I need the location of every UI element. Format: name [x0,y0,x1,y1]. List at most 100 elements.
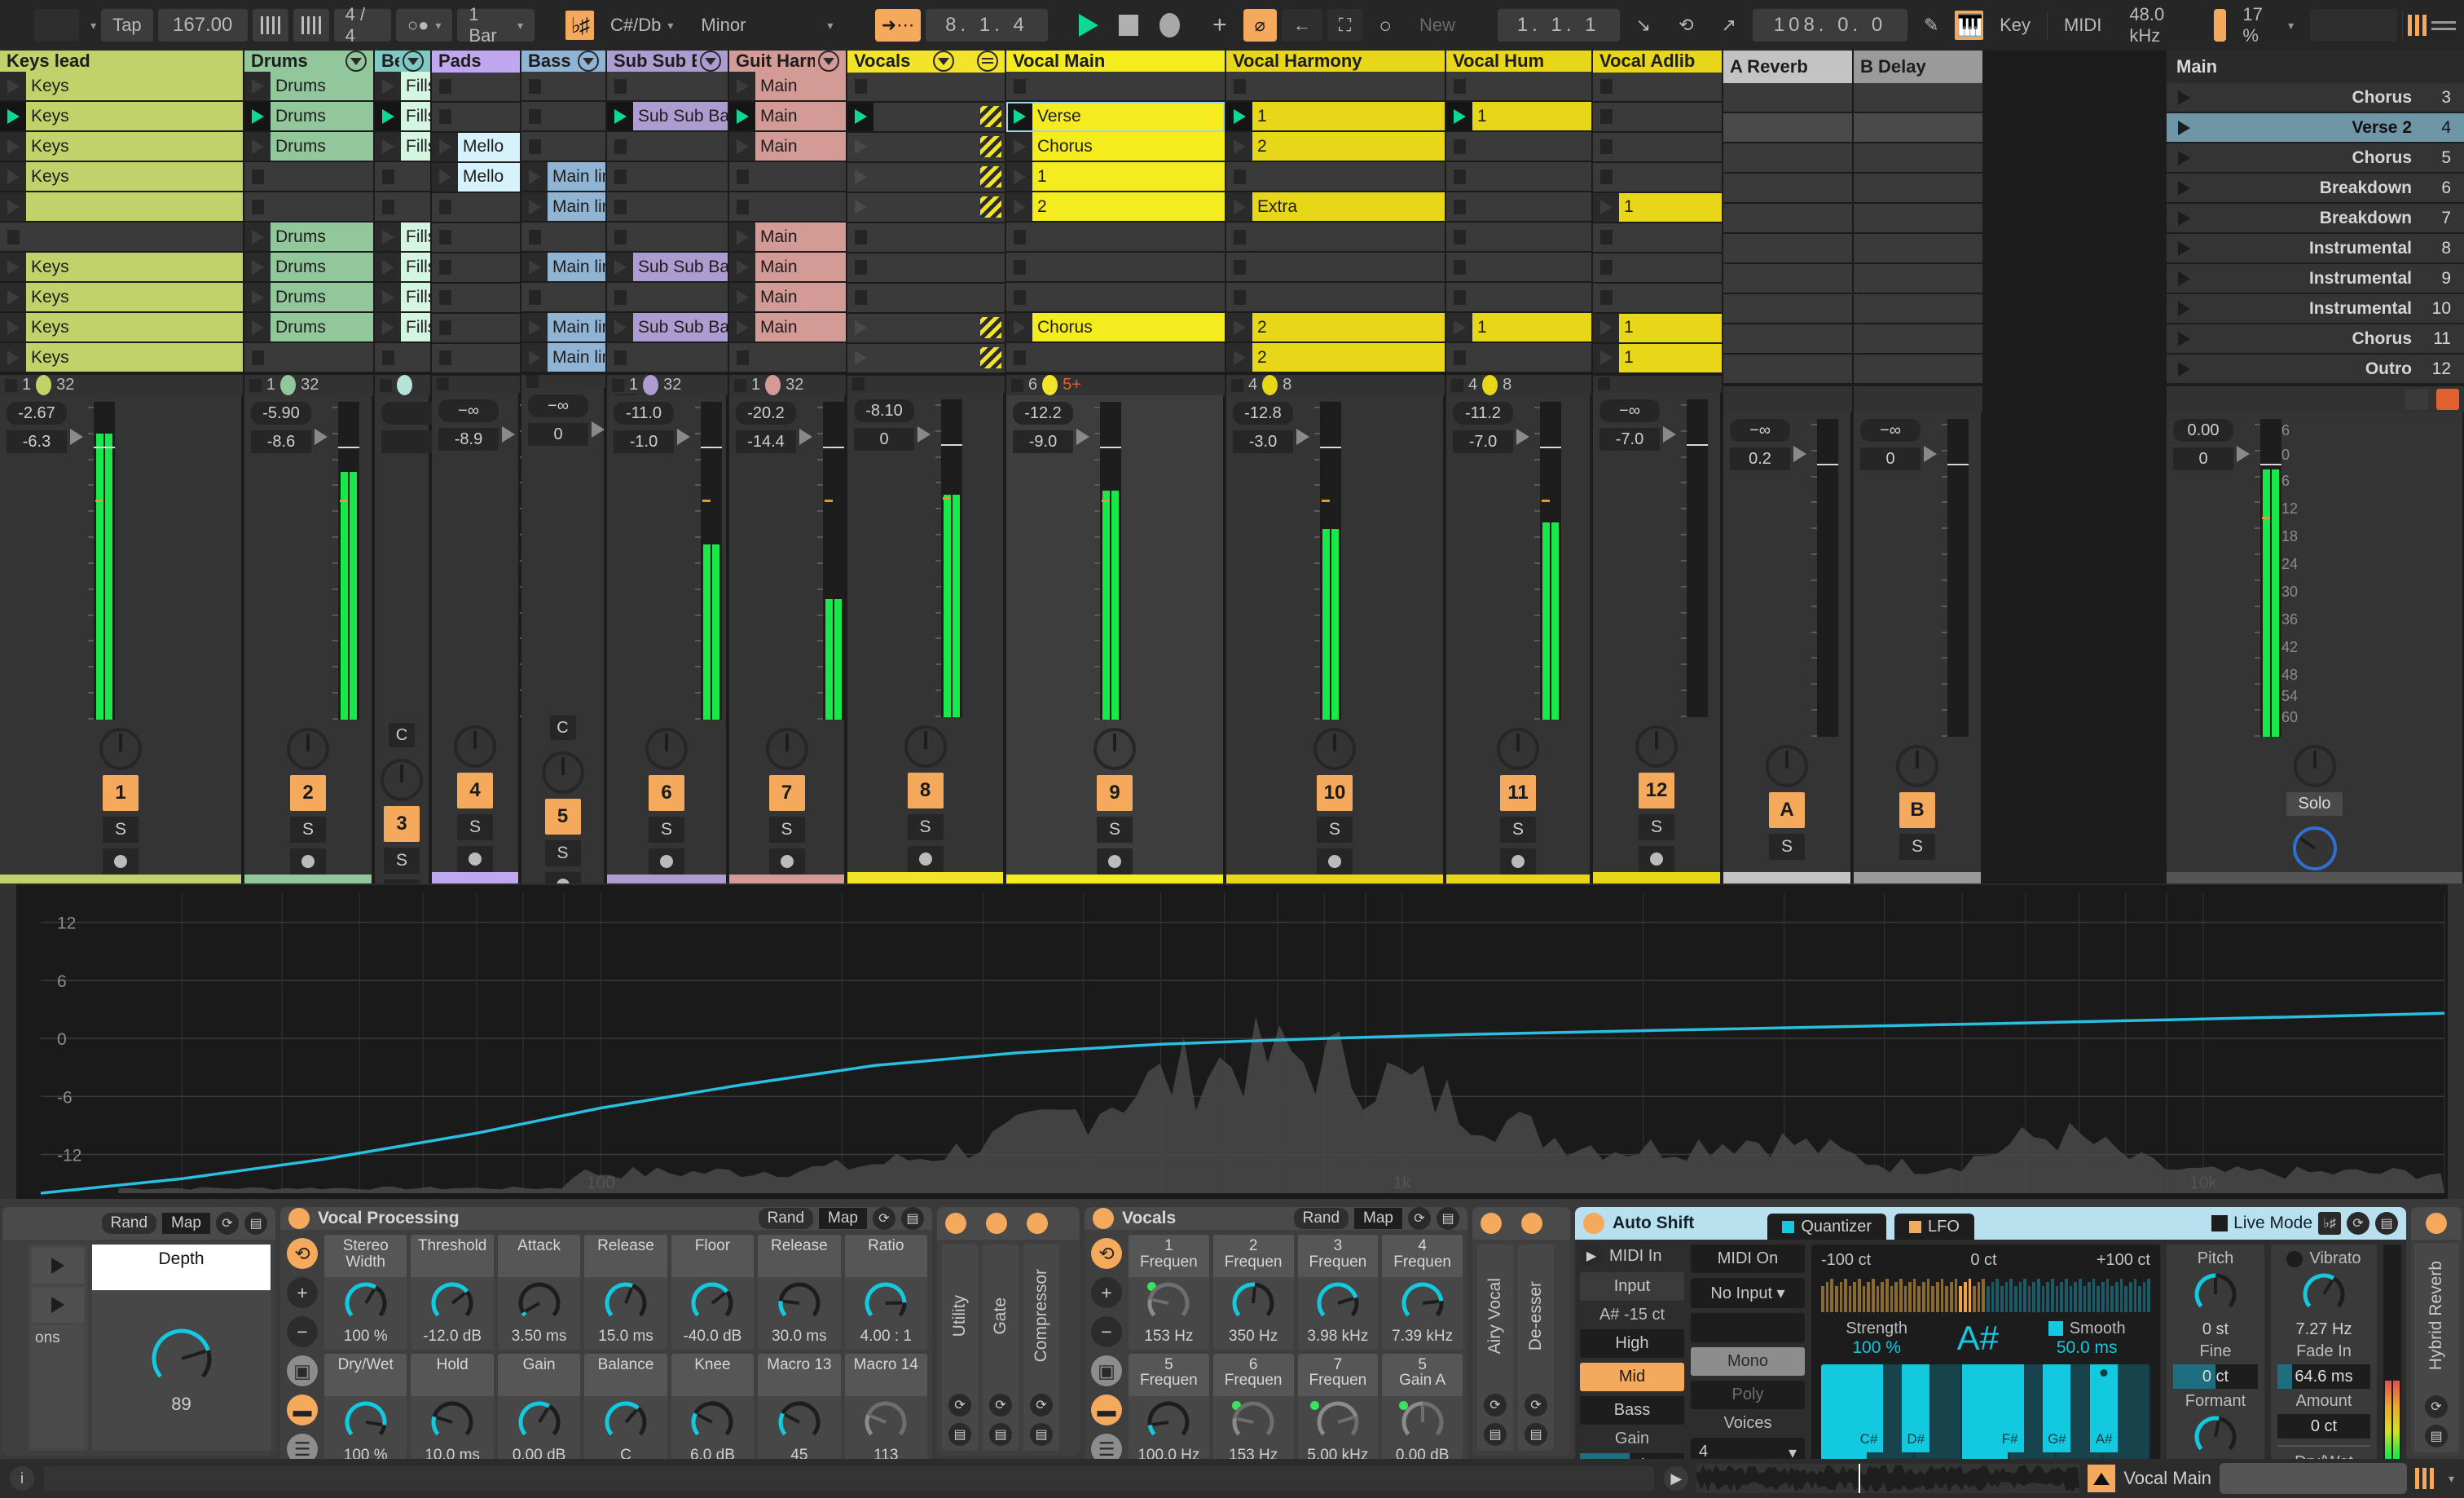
macro-control[interactable]: 3 Frequen 3.98 kHz [1297,1235,1379,1350]
fold-device-icon[interactable]: ⟲ [1091,1238,1122,1269]
arm-record-button[interactable] [1500,848,1536,875]
clip-slot[interactable] [1226,283,1445,313]
group-lines-icon[interactable] [977,51,998,73]
pan-value[interactable]: −∞ [1730,419,1790,442]
clip-slot[interactable] [521,72,605,102]
voices-selector[interactable]: 4 ▾ [1691,1438,1805,1459]
gain-field[interactable]: 0.0 dB [1580,1453,1684,1459]
clip-waveform-preview[interactable] [1696,1464,2080,1493]
clip-slot[interactable]: 1 [1593,343,1722,374]
clip-slot[interactable] [432,72,520,103]
solo-button[interactable]: S [1500,817,1536,843]
clip-slot[interactable]: Fills [375,72,430,102]
clip-slot[interactable]: 2 [1226,343,1445,373]
arm-record-button[interactable] [649,848,684,875]
solo-button[interactable]: S [290,817,326,843]
macro-control[interactable]: Release 15.0 ms [584,1235,667,1350]
draw-mode-icon[interactable]: ✎ [1912,9,1950,42]
clip-slot[interactable]: Fills [375,253,430,283]
save-preset-icon[interactable]: ▤ [1484,1423,1507,1446]
clip-slot[interactable]: Drums [244,72,373,102]
record-quantize-icon[interactable] [2436,389,2459,410]
arm-record-button[interactable] [768,848,805,875]
key-signature-icon[interactable]: ♭♯ [565,11,594,40]
scene-row[interactable]: Chorus 11 [2167,324,2464,355]
clip-slot[interactable] [607,72,728,102]
remove-macro-icon[interactable]: − [1091,1316,1122,1347]
clip-slot[interactable] [375,162,430,192]
fader-handle[interactable] [315,426,332,447]
volume-value[interactable]: -3.0 [1233,430,1293,453]
device-reset-icon[interactable]: ⟳ [873,1207,895,1230]
clip-launch-button[interactable] [375,132,401,161]
clip-slot[interactable]: 1 [1446,313,1591,343]
show-devices-icon[interactable]: ☰ [287,1434,318,1459]
volume-value[interactable]: 0 [1860,447,1921,470]
tab-lfo[interactable]: LFO [1894,1213,1974,1240]
clip-launch-button[interactable] [375,72,401,100]
midi-arrangement-overdub-button[interactable]: + [1201,9,1239,42]
pan-value[interactable]: −∞ [528,394,588,417]
clip-launch-button[interactable] [244,72,271,100]
clip-launch-button[interactable] [375,102,401,130]
clip-launch-button[interactable] [0,283,26,311]
fader-handle[interactable] [799,426,817,447]
clip-slot[interactable]: Keys [0,343,243,373]
level-meter-icon[interactable] [2408,15,2427,36]
solo-button[interactable]: S [1899,834,1935,860]
clip-launch-button[interactable] [1226,313,1252,341]
arm-record-button[interactable] [544,872,581,883]
key-signature-selector[interactable]: C#/Db ▾ [599,9,684,42]
chain-strip-compressor[interactable]: Compressor ⟳ ▤ [1023,1245,1059,1451]
macro-dial[interactable] [863,1280,909,1326]
arrangement-position[interactable]: 8. 1. 4 [925,9,1048,42]
stop-clips-button[interactable] [612,378,624,392]
clip-slot[interactable] [432,283,520,314]
macro-control[interactable]: 4 Frequen 7.39 kHz [1382,1235,1463,1350]
clip-slot[interactable]: Keys [0,132,243,162]
compressor-activator-icon[interactable] [1027,1213,1048,1234]
clip-slot[interactable] [375,192,430,222]
computer-midi-keyboard-icon[interactable]: 🎹 [1955,11,1984,40]
scene-launch-button[interactable] [2178,210,2190,226]
clip-slot[interactable] [607,162,728,192]
clip-launch-button[interactable] [1446,102,1472,130]
pan-value[interactable]: -20.2 [736,402,796,425]
clip-slot[interactable]: Sub Sub Ba [607,253,728,283]
stop-clips-button[interactable] [734,378,746,392]
midi-in-play-icon[interactable]: ▶ [1580,1245,1603,1267]
volume-value[interactable]: 0 [2173,447,2233,470]
clip-slot[interactable] [847,192,1005,223]
key-Gsharp[interactable]: G# [2043,1364,2071,1452]
volume-value[interactable]: 0 [854,428,914,451]
clip-slot[interactable] [0,192,243,222]
crossfade-assign-button[interactable]: C [549,716,576,740]
chain-strip-de-esser[interactable]: De-esser ⟳ ▤ [1518,1245,1554,1451]
lfo-depth-dial[interactable] [150,1327,213,1390]
clip-slot[interactable]: Keys [0,162,243,192]
pan-knob[interactable] [541,751,584,794]
eq-spectrum-display[interactable]: 1260-6-121001k10k 1 2 3 4 [16,883,2448,1199]
arm-record-button[interactable] [1639,846,1674,872]
stop-clips-button[interactable] [1451,378,1463,392]
macro-dial[interactable] [689,1280,735,1326]
save-preset-icon[interactable]: ▤ [1437,1207,1459,1230]
key-map-button[interactable]: Key [1988,9,2042,42]
track-header[interactable]: Vocal Harmony [1226,51,1445,72]
clip-slot[interactable] [1006,343,1225,373]
clip-slot[interactable]: Sub Sub Ba [607,313,728,343]
show-macros-icon[interactable]: ▬ [1091,1394,1122,1425]
clip-slot[interactable]: Keys [0,253,243,283]
select-on-launch-icon[interactable] [2405,389,2428,410]
track-activator-button[interactable]: 7 [768,775,805,811]
pan-knob[interactable] [765,728,808,770]
clip-slot[interactable]: 1 [1006,162,1225,192]
clip-slot[interactable] [244,162,373,192]
automation-arm-button[interactable]: ⌀ [1243,9,1277,42]
fader-handle[interactable] [1663,424,1681,445]
track-header[interactable]: Drums [244,51,373,72]
clip-launch-button[interactable] [375,313,401,341]
scene-launch-button[interactable] [2178,331,2190,346]
clip-slot[interactable]: Chorus [1006,313,1225,343]
clip-launch-button[interactable] [1226,102,1252,130]
